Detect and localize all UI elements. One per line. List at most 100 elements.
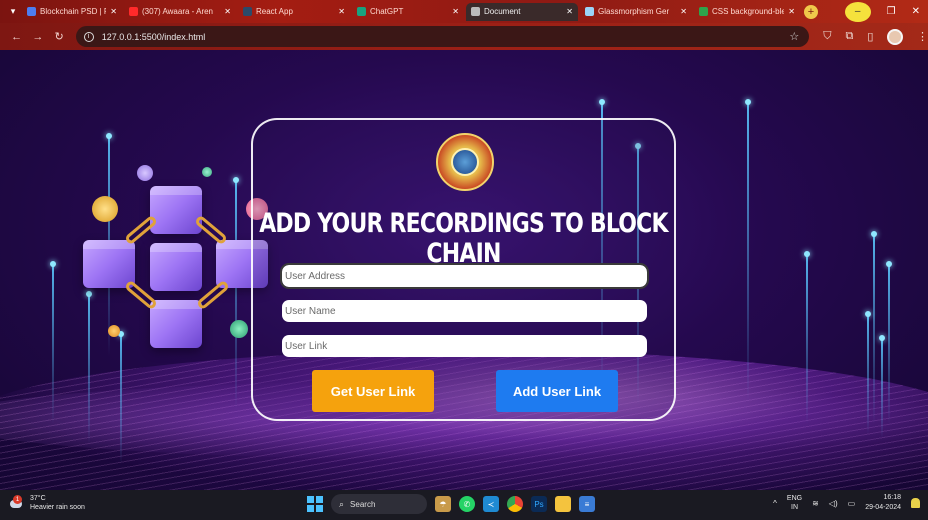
coin-icon (137, 165, 153, 181)
tab-favicon-icon (699, 7, 708, 16)
tab-5[interactable]: Glassmorphism Ger ✕ (580, 3, 692, 21)
bitcoin-coin-icon (92, 196, 118, 222)
page-title: ADD YOUR RECORDINGS TO BLOCK CHAIN (259, 209, 668, 269)
url-input[interactable]: i 127.0.0.1:5500/index.html ☆ (75, 26, 810, 47)
tab-close-icon[interactable]: ✕ (224, 7, 231, 16)
weather-temp: 37°C (30, 495, 46, 502)
windows-icon[interactable] (307, 496, 323, 512)
light-line (871, 231, 877, 424)
info-icon[interactable]: i (83, 31, 94, 42)
tab-1[interactable]: (307) Awaara - Aren ✕ (124, 3, 236, 21)
search-label: Search (350, 499, 376, 509)
user-name-input[interactable] (282, 300, 647, 322)
sidebar-icon[interactable]: ▯ (867, 30, 873, 43)
wifi-icon[interactable]: ≋ (812, 499, 819, 508)
light-line (879, 335, 885, 438)
tab-close-icon[interactable]: ✕ (788, 7, 795, 16)
light-line (865, 311, 871, 434)
new-tab-button[interactable]: + (804, 4, 818, 19)
tab-label: ChatGPT (370, 7, 404, 16)
lang-bottom: IN (791, 504, 798, 511)
page-viewport: ADD YOUR RECORDINGS TO BLOCK CHAIN Get U… (0, 50, 928, 490)
star-icon[interactable]: ☆ (789, 30, 799, 43)
tab-menu-icon[interactable]: ▾ (4, 4, 22, 20)
chevron-up-icon[interactable]: ^ (773, 499, 777, 508)
cube-block (150, 300, 202, 348)
tab-close-icon[interactable]: ✕ (110, 7, 117, 16)
battery-icon[interactable]: ▭ (848, 499, 856, 508)
coin-icon (202, 167, 212, 177)
tab-2[interactable]: React App ✕ (238, 3, 350, 21)
tab-close-icon[interactable]: ✕ (680, 7, 687, 16)
shield-extension-icon[interactable]: ⛉ (823, 30, 831, 43)
recordings-form-card: ADD YOUR RECORDINGS TO BLOCK CHAIN Get U… (251, 118, 676, 421)
folder-icon[interactable] (555, 496, 571, 512)
vscode-icon[interactable]: ≺ (483, 496, 499, 512)
tab-4[interactable]: Document ✕ (466, 2, 578, 21)
taskbar-search[interactable]: ⌕ Search (331, 494, 427, 514)
tab-label: Document (484, 7, 521, 16)
tab-strip: ▾ Blockchain PSD | Fr ✕ (307) Awaara - Are… (0, 0, 928, 23)
extensions-icon[interactable]: ⧉ (846, 30, 854, 43)
language-indicator[interactable]: ENG IN (787, 494, 802, 512)
tab-label: React App (256, 7, 293, 16)
light-line (118, 331, 124, 464)
tab-favicon-icon (471, 7, 480, 16)
weather-badge: 1 (13, 495, 22, 504)
light-line (804, 251, 810, 424)
light-line (886, 261, 892, 424)
tab-favicon-icon (129, 7, 138, 16)
tab-0[interactable]: Blockchain PSD | Fr ✕ (22, 3, 122, 21)
tab-close-icon[interactable]: ✕ (452, 7, 459, 16)
close-window-icon[interactable]: ✕ (912, 6, 920, 17)
volume-icon[interactable]: ◁) (829, 499, 838, 508)
lang-top: ENG (786, 495, 803, 502)
whatsapp-icon[interactable]: ✆ (459, 496, 475, 512)
light-line (50, 261, 56, 424)
photoshop-icon[interactable]: Ps (531, 496, 547, 512)
tab-3[interactable]: ChatGPT ✕ (352, 3, 464, 21)
search-icon: ⌕ (339, 498, 345, 509)
browser-menu-icon[interactable]: ⋮ (917, 30, 928, 43)
cube-block (83, 240, 135, 288)
widgets-icon[interactable]: ☂ (435, 496, 451, 512)
chrome-icon[interactable] (507, 496, 523, 512)
taskbar-apps: ⌕ Search ☂ ✆ ≺ Ps ≡ (307, 494, 595, 514)
get-user-link-button[interactable]: Get User Link (312, 370, 434, 412)
user-address-input[interactable] (280, 263, 649, 289)
minimize-icon[interactable]: – (844, 1, 871, 22)
cube-block (150, 243, 202, 291)
light-line (86, 291, 92, 444)
tab-favicon-icon (585, 7, 594, 16)
tab-label: Glassmorphism Ger (598, 7, 670, 16)
clock[interactable]: 16:18 29-04-2024 (865, 493, 901, 513)
system-tray: ^ ENG IN ≋ ◁) ▭ 16:18 29-04-2024 (773, 493, 920, 513)
emblem-logo (436, 133, 494, 191)
address-bar-row: ← → ↻ i 127.0.0.1:5500/index.html ☆ ⛉ ⧉ … (0, 23, 928, 50)
window-controls: – ❐ ✕ (844, 0, 924, 23)
tab-favicon-icon (27, 7, 36, 16)
avatar[interactable] (887, 28, 904, 45)
taskbar: 1 37°C Heavier rain soon ⌕ Search ☂ ✆ ≺ … (0, 490, 928, 520)
url-text: 127.0.0.1:5500/index.html (101, 31, 206, 42)
tab-close-icon[interactable]: ✕ (338, 7, 345, 16)
cube-block (150, 186, 202, 234)
user-link-input[interactable] (282, 335, 647, 357)
notes-icon[interactable]: ≡ (579, 496, 595, 512)
forward-icon[interactable]: → (27, 31, 48, 43)
clock-time: 16:18 (883, 494, 901, 501)
back-icon[interactable]: ← (6, 31, 27, 43)
add-user-link-button[interactable]: Add User Link (496, 370, 618, 412)
light-line (745, 99, 751, 402)
tab-label: CSS background-ble (712, 7, 785, 16)
tab-6[interactable]: CSS background-ble ✕ (694, 3, 800, 21)
reload-icon[interactable]: ↻ (48, 30, 69, 43)
tab-favicon-icon (357, 7, 366, 16)
tab-close-icon[interactable]: ✕ (566, 7, 573, 16)
weather-widget[interactable]: 1 37°C Heavier rain soon (8, 494, 85, 512)
coin-icon (108, 325, 120, 337)
clock-date: 29-04-2024 (865, 504, 901, 511)
notification-icon[interactable] (911, 498, 920, 508)
light-line (233, 177, 239, 410)
maximize-icon[interactable]: ❐ (887, 6, 896, 17)
